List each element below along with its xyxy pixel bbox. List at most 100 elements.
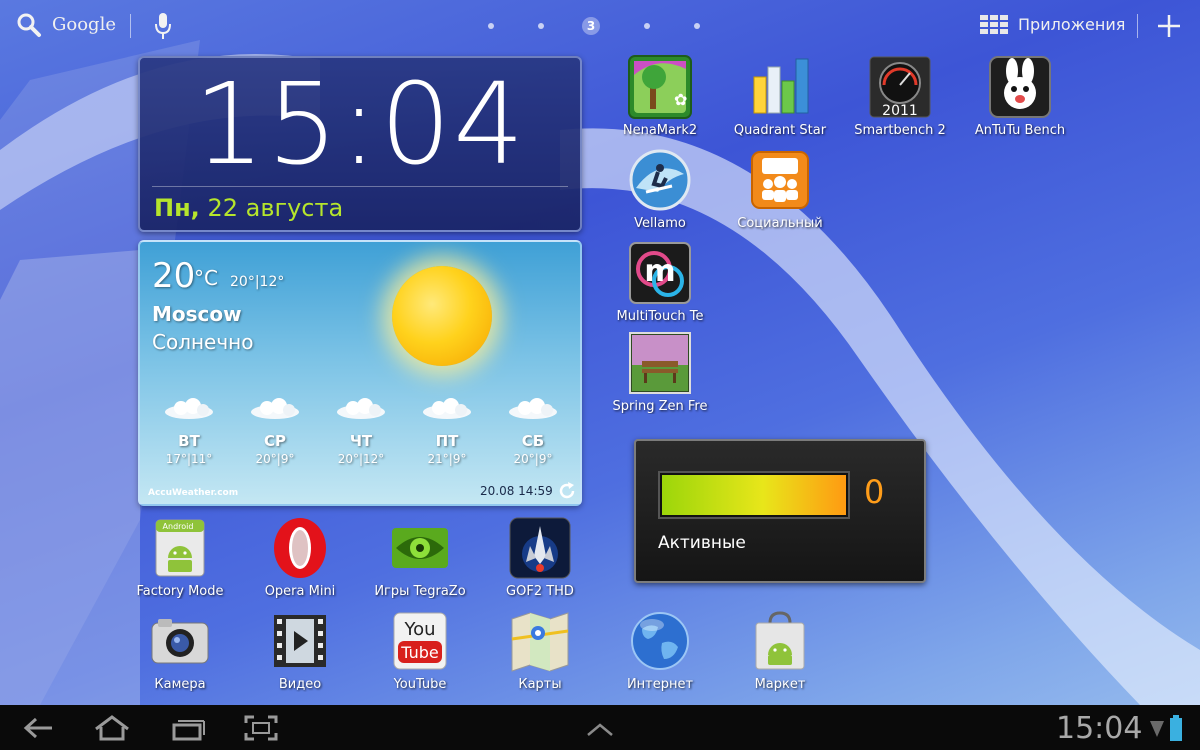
weather-city: Moscow: [152, 302, 242, 326]
microphone-icon[interactable]: [154, 12, 172, 40]
svg-text:m: m: [644, 254, 675, 289]
cloud-icon: [337, 398, 385, 419]
app-label: Маркет: [754, 677, 806, 692]
app-factory-mode[interactable]: Android Factory Mode: [120, 516, 240, 608]
app-label: Quadrant Star: [733, 123, 827, 138]
active-tasks-gauge: [658, 471, 850, 519]
forecast-day: ЧТ 20°|12°: [318, 398, 404, 466]
weather-forecast: ВТ 17°|11° СР 20°|9° ЧТ 20°|12° ПТ 21°|9…: [146, 398, 576, 466]
app-video[interactable]: Видео: [240, 609, 360, 701]
divider: [1137, 14, 1138, 38]
app-youtube[interactable]: You Tube You Tube: [360, 609, 480, 701]
weather-updated-time: 20.08 14:59: [480, 484, 553, 498]
page-indicator: 3: [488, 16, 744, 36]
forecast-day-temp: 20°|9°: [255, 452, 295, 466]
recent-apps-icon[interactable]: [172, 715, 206, 741]
system-bar: 15:04: [0, 705, 1200, 750]
signal-icon[interactable]: [1150, 719, 1164, 739]
current-page-dot[interactable]: 3: [582, 17, 600, 35]
app-multitouch-tester[interactable]: m MultiTouch Te: [600, 241, 720, 333]
refresh-icon[interactable]: [558, 482, 576, 500]
back-icon[interactable]: [22, 715, 54, 741]
active-tasks-label: Активные: [658, 533, 746, 553]
weather-condition: Солнечно: [152, 330, 254, 354]
clock-date-text: 22 августа: [207, 194, 344, 222]
weather-widget[interactable]: 20 °C 20°|12° Moscow Солнечно ВТ 17°|11°…: [138, 240, 582, 506]
apps-grid-icon[interactable]: [980, 15, 1008, 35]
app-label: MultiTouch Te: [616, 309, 704, 324]
app-label: Камера: [154, 677, 206, 692]
cloud-icon: [251, 398, 299, 419]
forecast-day: СБ 20°|9°: [490, 398, 576, 466]
app-label: Spring Zen Fre: [612, 399, 708, 414]
app-label: Социальный: [737, 216, 823, 231]
app-antutu[interactable]: AnTuTu Bench: [960, 55, 1080, 147]
search-icon[interactable]: [16, 12, 42, 38]
forecast-day-temp: 20°|12°: [337, 452, 385, 466]
multitouch-icon: m: [629, 242, 691, 304]
forecast-day-temp: 21°|9°: [427, 452, 467, 466]
system-clock[interactable]: 15:04: [1056, 711, 1142, 746]
active-tasks-count: 0: [864, 473, 885, 511]
app-social[interactable]: Социальный: [720, 148, 840, 240]
smartbench-year: 2011: [882, 103, 918, 119]
app-nenamark2[interactable]: ✿ NenaMark2: [600, 55, 720, 147]
spaceship-icon: [509, 517, 571, 579]
app-browser[interactable]: Интернет: [600, 609, 720, 701]
camera-icon: [151, 619, 209, 664]
opera-icon: [274, 518, 326, 578]
clock-time: 15:04: [193, 60, 527, 190]
google-search-label[interactable]: Google: [52, 14, 116, 35]
battery-icon[interactable]: [1170, 715, 1182, 741]
active-tasks-gauge-fill: [662, 475, 846, 515]
globe-icon: [631, 612, 689, 670]
app-opera-mini[interactable]: Opera Mini: [240, 516, 360, 608]
forecast-day-temp: 17°|11°: [165, 452, 213, 466]
home-icon[interactable]: [92, 715, 132, 741]
youtube-you-text: You: [403, 619, 435, 640]
clock-widget[interactable]: 15:04 Пн, 22 августа: [138, 56, 582, 232]
youtube-tube-text: Tube: [400, 643, 438, 662]
clock-divider: [152, 186, 568, 187]
divider: [130, 14, 131, 38]
antutu-rabbit-icon: [989, 56, 1051, 118]
youtube-icon: You Tube: [393, 612, 447, 670]
app-vellamo[interactable]: Vellamo: [600, 148, 720, 240]
app-market[interactable]: Маркет: [720, 609, 840, 701]
app-gof2-thd[interactable]: GOF2 THD: [480, 516, 600, 608]
clock-weekday: Пн,: [154, 194, 200, 222]
add-icon[interactable]: [1157, 14, 1181, 38]
forecast-day-name: СБ: [521, 432, 545, 450]
forecast-day-temp: 20°|9°: [513, 452, 553, 466]
app-label: Карты: [518, 677, 562, 692]
chevron-up-icon[interactable]: [584, 715, 616, 741]
social-people-icon: [751, 151, 809, 209]
task-manager-widget[interactable]: 0 Активные: [634, 439, 926, 583]
market-bag-icon: [755, 611, 805, 670]
app-label: Игры TegraZo: [374, 584, 466, 599]
speedometer-icon: 2011: [869, 56, 931, 119]
weather-high-low: 20°|12°: [230, 274, 285, 290]
app-maps[interactable]: Карты: [480, 609, 600, 701]
app-label: Интернет: [626, 677, 694, 692]
page-dot[interactable]: [538, 23, 544, 29]
app-label: Видео: [278, 677, 322, 692]
app-tegrazone[interactable]: Игры TegraZo: [360, 516, 480, 608]
screenshot-icon[interactable]: [244, 715, 278, 741]
nenamark-icon: ✿: [628, 55, 692, 119]
surfer-icon: [629, 149, 691, 211]
apps-button-label[interactable]: Приложения: [1018, 15, 1125, 34]
page-dot[interactable]: [644, 23, 650, 29]
app-label: Factory Mode: [136, 584, 224, 599]
app-spring-zen[interactable]: Spring Zen Fre: [600, 331, 720, 423]
garden-bench-icon: [629, 332, 691, 394]
page-dot[interactable]: [694, 23, 700, 29]
nvidia-eye-icon: [392, 528, 448, 568]
app-camera[interactable]: Камера: [120, 609, 240, 701]
weather-unit: °C: [194, 266, 218, 290]
app-label: NenaMark2: [622, 123, 698, 138]
app-smartbench[interactable]: 2011 Smartbench 2: [840, 55, 960, 147]
app-quadrant-standard[interactable]: Quadrant Star: [720, 55, 840, 147]
page-dot[interactable]: [488, 23, 494, 29]
forecast-day-name: СР: [263, 432, 286, 450]
